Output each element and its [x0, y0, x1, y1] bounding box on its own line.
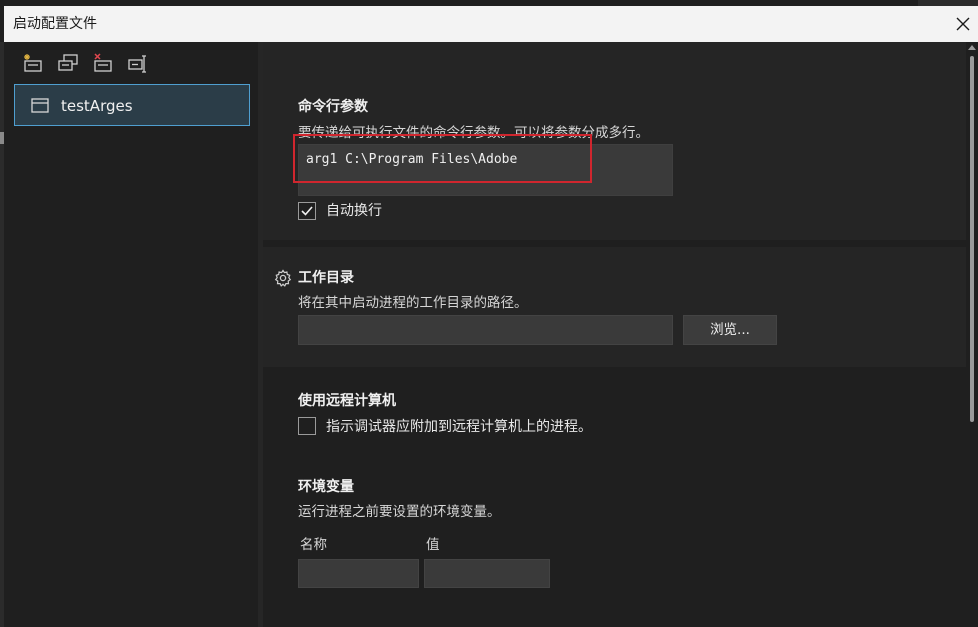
rename-profile-button[interactable] [127, 52, 149, 74]
env-title: 环境变量 [298, 479, 354, 495]
profiles-panel: testArges [4, 42, 258, 627]
profile-name: testArges [61, 97, 133, 115]
remote-title: 使用远程计算机 [298, 393, 396, 409]
profile-settings: 命令行参数 要传递给可执行文件的命令行参数。可以将参数分成多行。 arg1 C:… [263, 42, 966, 627]
word-wrap-label: 自动换行 [326, 203, 382, 219]
browse-button[interactable]: 浏览... [683, 315, 777, 345]
remote-checkbox-label: 指示调试器应附加到远程计算机上的进程。 [326, 419, 592, 435]
window-icon [31, 98, 49, 113]
workdir-title: 工作目录 [298, 270, 354, 286]
env-name-header: 名称 [300, 537, 327, 553]
close-icon [956, 17, 970, 31]
gear-icon [274, 269, 292, 287]
rename-profile-icon [128, 55, 146, 73]
scroll-up-icon[interactable] [968, 44, 976, 50]
close-button[interactable] [948, 6, 978, 42]
workdir-section: 工作目录 将在其中启动进程的工作目录的路径。 浏览... [263, 247, 966, 367]
duplicate-profile-icon [58, 54, 78, 71]
workdir-input[interactable] [298, 315, 673, 345]
launch-profiles-dialog: 启动配置文件 testArges 命令行参数 要传递给可执行文件的命令行参数。可… [4, 6, 978, 627]
window-title: 启动配置文件 [13, 16, 97, 32]
args-title: 命令行参数 [298, 99, 368, 115]
vertical-scrollbar[interactable] [966, 42, 978, 627]
args-description: 要传递给可执行文件的命令行参数。可以将参数分成多行。 [298, 125, 649, 141]
delete-profile-button[interactable] [92, 52, 114, 74]
env-value-input[interactable] [424, 559, 550, 588]
word-wrap-checkbox[interactable] [298, 202, 316, 220]
remote-checkbox[interactable] [298, 417, 316, 435]
duplicate-profile-button[interactable] [57, 52, 79, 74]
env-description: 运行进程之前要设置的环境变量。 [298, 504, 501, 520]
checkmark-icon [301, 206, 313, 216]
delete-profile-icon [94, 53, 112, 72]
profile-list-item[interactable]: testArges [14, 84, 250, 126]
workdir-description: 将在其中启动进程的工作目录的路径。 [298, 295, 528, 311]
args-textarea[interactable]: arg1 C:\Program Files\Adobe [298, 144, 673, 196]
title-bar: 启动配置文件 [4, 6, 978, 42]
scrollbar-thumb[interactable] [970, 56, 974, 422]
env-value-header: 值 [426, 537, 440, 553]
args-section: 命令行参数 要传递给可执行文件的命令行参数。可以将参数分成多行。 arg1 C:… [263, 42, 966, 240]
new-profile-icon [24, 54, 42, 72]
env-name-input[interactable] [298, 559, 419, 588]
new-profile-button[interactable] [22, 52, 44, 74]
